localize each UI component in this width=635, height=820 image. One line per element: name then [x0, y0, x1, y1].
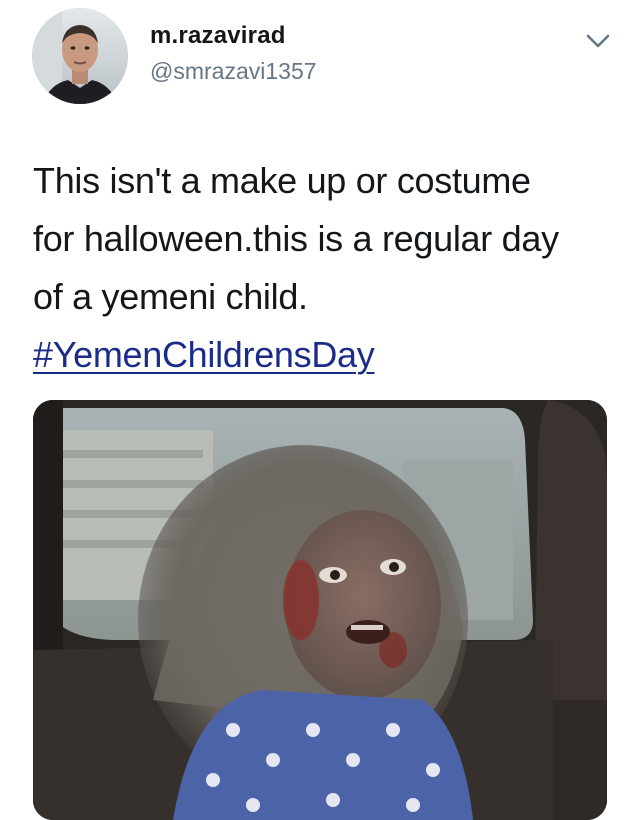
- avatar[interactable]: [32, 8, 128, 104]
- tweet-text-line: of a yemeni child.: [33, 276, 308, 317]
- avatar-photo: [32, 8, 128, 104]
- user-handle[interactable]: @smrazavi1357: [150, 58, 317, 85]
- hashtag-link[interactable]: #YemenChildrensDay: [33, 334, 375, 375]
- child-photo: [33, 400, 607, 820]
- tweet-card: m.razavirad @smrazavi1357 This isn't a m…: [0, 0, 635, 820]
- tweet-text-line: for halloween.this is a regular day: [33, 218, 559, 259]
- tweet-text: This isn't a make up or costume for hall…: [33, 152, 613, 384]
- tweet-text-line: This isn't a make up or costume: [33, 160, 531, 201]
- display-name[interactable]: m.razavirad: [150, 22, 286, 50]
- tweet-media-photo[interactable]: [33, 400, 607, 820]
- chevron-down-icon[interactable]: [585, 32, 611, 50]
